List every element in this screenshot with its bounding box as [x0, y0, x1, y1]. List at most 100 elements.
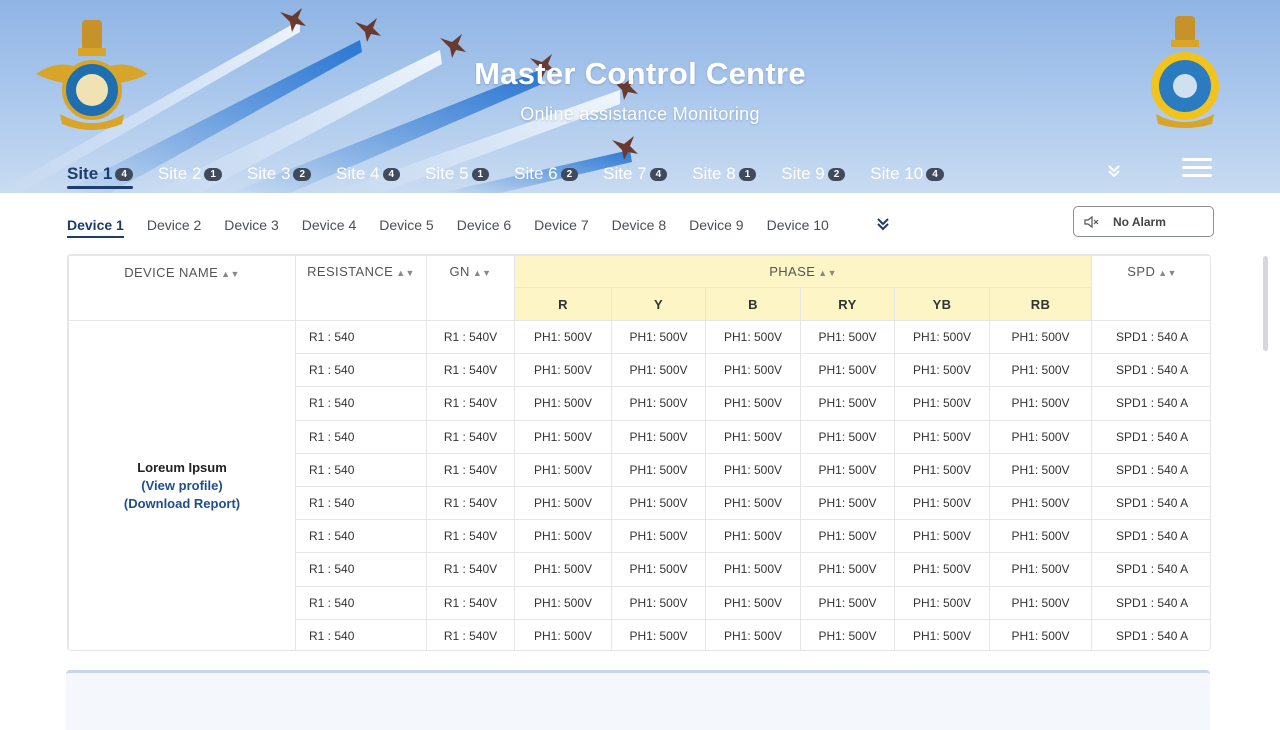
site-count-badge: 4	[649, 167, 668, 181]
phase-cell: PH1: 500V	[705, 419, 801, 454]
phase-cell: PH1: 500V	[514, 353, 612, 388]
phase-cell: PH1: 500V	[988, 386, 1093, 421]
site-tab-label: Site 9	[781, 164, 825, 183]
phase-column-header: R	[514, 287, 612, 321]
site-tabs: Site 14 Site 21 Site 32 Site 44 Site 51 …	[67, 160, 969, 189]
phase-cell: PH1: 500V	[611, 519, 706, 554]
column-header-phase[interactable]: PHASE ▲▼	[513, 255, 1093, 288]
phase-column-header: YB	[894, 287, 990, 321]
phase-cell: PH1: 500V	[894, 386, 990, 421]
column-header-label: SPD	[1127, 264, 1156, 279]
phase-cell: PH1: 500V	[800, 452, 895, 487]
sort-icon: ▲▼	[221, 269, 240, 279]
phase-cell: PH1: 500V	[800, 552, 895, 587]
tab-site-8[interactable]: Site 81	[692, 162, 757, 186]
phase-cell: PH1: 500V	[894, 452, 990, 487]
site-tab-label: Site 3	[246, 164, 291, 183]
spd-cell: SPD1 : 540 A	[1091, 319, 1210, 355]
alarm-status-button[interactable]: No Alarm	[1073, 206, 1214, 237]
phase-cell: PH1: 500V	[514, 319, 612, 355]
phase-cell: PH1: 500V	[611, 552, 706, 587]
spd-cell: SPD1 : 540 A	[1091, 419, 1210, 454]
phase-cell: PH1: 500V	[894, 552, 990, 587]
page-subtitle: Online assistance Monitoring	[520, 104, 760, 124]
gn-cell: R1 : 540V	[426, 485, 515, 521]
gn-cell: R1 : 540V	[426, 319, 515, 355]
column-header-label: RESISTANCE	[307, 264, 394, 279]
spd-cell: SPD1 : 540 A	[1091, 353, 1210, 388]
column-header-resistance[interactable]: RESISTANCE ▲▼	[295, 255, 427, 321]
bottom-panel	[66, 670, 1210, 730]
phase-cell: PH1: 500V	[514, 552, 612, 587]
sort-icon: ▲▼	[472, 268, 492, 278]
phase-cell: PH1: 500V	[705, 452, 801, 487]
site-count-badge: 4	[115, 167, 133, 181]
tab-site-6[interactable]: Site 62	[514, 162, 579, 186]
view-profile-link[interactable]: (View profile)	[69, 477, 295, 495]
speaker-muted-icon	[1084, 215, 1099, 228]
phase-cell: PH1: 500V	[800, 618, 895, 650]
tab-site-1[interactable]: Site 14	[67, 162, 133, 189]
tab-device-8[interactable]: Device 8	[612, 217, 666, 233]
column-header-label: GN	[449, 264, 470, 279]
tab-device-9[interactable]: Device 9	[689, 217, 743, 233]
tab-device-5[interactable]: Device 5	[379, 217, 433, 233]
double-chevron-down-icon[interactable]	[1106, 163, 1122, 179]
site-tab-label: Site 2	[157, 164, 202, 183]
sort-icon: ▲▼	[1158, 268, 1177, 278]
column-header-label: PHASE	[769, 264, 816, 279]
phase-cell: PH1: 500V	[894, 585, 990, 620]
tab-device-6[interactable]: Device 6	[457, 217, 511, 233]
device-name-cell: Loreum Ipsum (View profile) (Download Repo…	[68, 320, 296, 650]
column-header-spd[interactable]: SPD ▲▼	[1091, 255, 1210, 321]
menu-icon-bar	[1182, 158, 1212, 161]
device-readings-table: DEVICE NAME ▲▼ RESISTANCE ▲▼ GN ▲▼ PHASE ▲▼ …	[67, 254, 1211, 651]
phase-cell: PH1: 500V	[705, 618, 801, 650]
phase-cell: PH1: 500V	[705, 319, 801, 355]
column-header-gn[interactable]: GN ▲▼	[426, 255, 515, 321]
device-tabs: Device 1 Device 2 Device 3 Device 4 Devi…	[67, 213, 852, 238]
site-tab-label: Site 4	[336, 164, 380, 183]
tab-site-9[interactable]: Site 92	[781, 162, 846, 186]
tab-site-10[interactable]: Site 10 4	[870, 162, 944, 186]
resistance-cell: R1 : 540	[295, 452, 427, 487]
spd-cell: SPD1 : 540 A	[1091, 552, 1210, 587]
phase-cell: PH1: 500V	[894, 419, 990, 454]
gn-cell: R1 : 540V	[426, 452, 515, 487]
gn-cell: R1 : 540V	[426, 519, 515, 554]
tab-device-2[interactable]: Device 2	[147, 217, 201, 233]
tab-site-4[interactable]: Site 44	[336, 162, 401, 186]
phase-cell: PH1: 500V	[514, 585, 612, 620]
tab-site-5[interactable]: Site 51	[425, 162, 490, 186]
resistance-cell: R1 : 540	[295, 618, 427, 650]
site-tab-label: Site 6	[514, 164, 558, 183]
column-header-device-name[interactable]: DEVICE NAME ▲▼	[68, 255, 296, 321]
phase-cell: PH1: 500V	[514, 419, 612, 454]
gn-cell: R1 : 540V	[426, 585, 515, 620]
tab-device-7[interactable]: Device 7	[534, 217, 588, 233]
tab-site-3[interactable]: Site 32	[246, 162, 312, 186]
gn-cell: R1 : 540V	[426, 386, 515, 421]
double-chevron-down-icon[interactable]	[876, 216, 890, 232]
tab-device-1[interactable]: Device 1	[67, 217, 124, 238]
tab-device-10[interactable]: Device 10	[767, 217, 829, 233]
column-header-label: DEVICE NAME	[124, 265, 219, 280]
download-report-link[interactable]: (Download Report)	[69, 495, 295, 513]
spd-cell: SPD1 : 540 A	[1091, 585, 1210, 620]
tab-device-4[interactable]: Device 4	[302, 217, 356, 233]
tab-device-3[interactable]: Device 3	[224, 217, 278, 233]
phase-cell: PH1: 500V	[705, 552, 801, 587]
site-count-badge: 2	[827, 167, 846, 181]
tab-site-7[interactable]: Site 74	[603, 162, 668, 186]
phase-cell: PH1: 500V	[988, 585, 1093, 620]
phase-cell: PH1: 500V	[894, 519, 990, 554]
site-count-badge: 1	[471, 167, 490, 181]
site-tab-label: Site 5	[425, 164, 469, 183]
spd-cell: SPD1 : 540 A	[1091, 452, 1210, 487]
tab-site-2[interactable]: Site 21	[158, 162, 222, 186]
phase-cell: PH1: 500V	[705, 386, 801, 421]
resistance-cell: R1 : 540	[295, 519, 427, 554]
menu-icon[interactable]	[1182, 158, 1212, 178]
site-count-badge: 2	[293, 167, 312, 181]
scrollbar[interactable]	[1263, 256, 1268, 351]
